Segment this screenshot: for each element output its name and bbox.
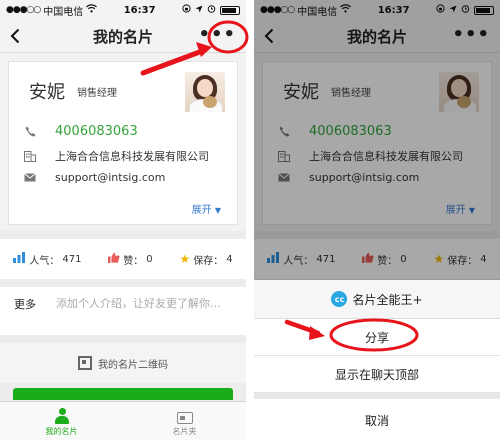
card-company: 上海合合信息科技发展有限公司	[55, 150, 209, 163]
business-card[interactable]: 安妮 销售经理 4006083063 上海合合信息科技发展有限公司 suppor…	[8, 61, 238, 225]
location-icon	[195, 5, 203, 16]
business-card-area: 安妮 销售经理 4006083063 上海合合信息科技发展有限公司 suppor…	[0, 53, 246, 231]
back-chevron-icon[interactable]	[10, 25, 20, 49]
battery-icon	[219, 5, 240, 15]
camcard-app-icon: cc	[331, 291, 348, 307]
share-action-sheet: cc 名片全能王+ 分享 显示在聊天顶部 取消	[254, 280, 500, 440]
intro-section[interactable]: 更多 添加个人介绍，让好友更了解你…	[0, 287, 246, 335]
wifi-icon	[86, 4, 98, 16]
carrier-label: 中国电信	[43, 6, 84, 18]
page-title: 我的名片	[92, 27, 153, 46]
share-sheet-header: cc 名片全能王+	[254, 280, 500, 319]
tab-my-card[interactable]: 我的名片	[0, 402, 123, 440]
person-icon	[54, 407, 69, 424]
qr-code-label: 我的名片二维码	[98, 359, 168, 371]
intro-placeholder[interactable]: 添加个人介绍，让好友更了解你…	[56, 295, 234, 312]
bar-chart-icon	[13, 252, 26, 266]
expand-button[interactable]: 展开 ▼	[192, 201, 221, 216]
card-phone[interactable]: 4006083063	[55, 124, 138, 139]
qr-code-icon	[78, 356, 92, 370]
primary-green-button[interactable]	[13, 388, 233, 400]
stat-popularity[interactable]: 人气： 471	[13, 252, 81, 267]
caret-down-icon: ▼	[214, 206, 221, 215]
tab-card-holder[interactable]: 名片夹	[123, 402, 246, 440]
building-icon	[23, 150, 37, 162]
likes-value: 0	[146, 253, 153, 265]
status-bar: ●●●○○ 中国电信 16:37	[0, 0, 246, 20]
intro-label: 更多	[14, 298, 36, 311]
star-icon: ★	[179, 252, 191, 266]
stats-bar: 人气： 471 赞： 0 ★ 保存： 4	[0, 239, 246, 279]
thumbs-up-icon	[108, 252, 120, 266]
signal-icon: ●●●○○	[6, 5, 41, 15]
stat-likes[interactable]: 赞： 0	[108, 252, 153, 267]
lock-rotation-icon	[182, 4, 191, 16]
share-option[interactable]: 分享	[254, 319, 500, 356]
status-time: 16:37	[123, 4, 156, 16]
phone-screen-left: ●●●○○ 中国电信 16:37 我的名片 ••• 安妮 销售经理 400608…	[0, 0, 246, 440]
company-row: 上海合合信息科技发展有限公司	[23, 148, 209, 164]
phone-icon	[23, 126, 37, 137]
nav-bar: 我的名片 •••	[0, 20, 246, 53]
app-name-label: 名片全能王+	[352, 292, 423, 307]
card-email[interactable]: support@intsig.com	[55, 171, 165, 184]
stat-saves[interactable]: ★ 保存： 4	[179, 252, 232, 267]
card-job-title: 销售经理	[77, 88, 117, 99]
pin-to-chat-top-option[interactable]: 显示在聊天顶部	[254, 356, 500, 393]
avatar[interactable]	[185, 72, 225, 112]
tab-bar: 我的名片 名片夹	[0, 401, 246, 440]
mail-icon	[23, 173, 37, 182]
phone-row[interactable]: 4006083063	[23, 124, 138, 139]
email-row[interactable]: support@intsig.com	[23, 171, 165, 184]
alarm-icon	[207, 4, 216, 16]
cancel-option[interactable]: 取消	[254, 399, 500, 440]
phone-screen-right: ●●●○○ 中国电信 16:37 我的名片 ••• 安妮 销售经理 400608…	[254, 0, 500, 440]
card-holder-icon	[176, 411, 193, 424]
popularity-value: 471	[62, 253, 82, 265]
card-name: 安妮	[29, 82, 65, 103]
saves-value: 4	[226, 253, 233, 265]
more-menu-button[interactable]: •••	[198, 24, 236, 45]
qr-code-row[interactable]: 我的名片二维码	[0, 343, 246, 383]
